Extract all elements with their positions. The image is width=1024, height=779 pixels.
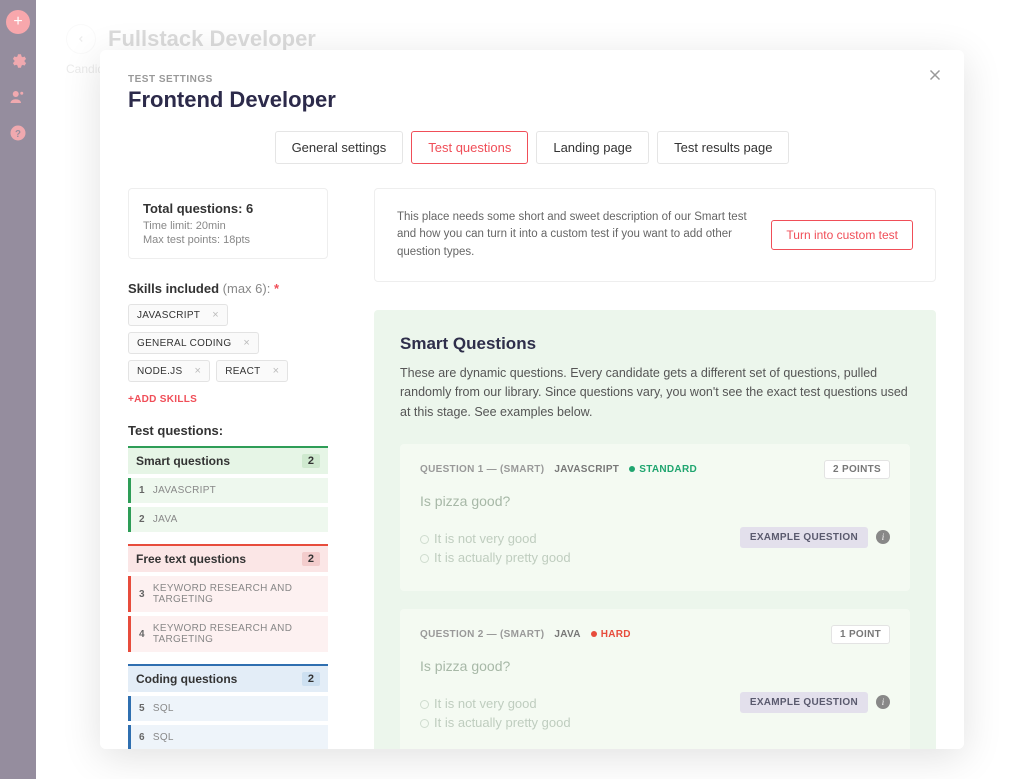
summary-points: Max test points: 18pts — [143, 234, 313, 246]
question-item[interactable]: 5SQL — [128, 696, 328, 721]
count-badge: 2 — [302, 454, 320, 468]
points-badge: 2 POINTS — [824, 460, 890, 479]
skills-heading: Skills included (max 6): * — [128, 281, 328, 296]
remove-icon[interactable]: × — [208, 309, 223, 321]
test-settings-modal: TEST SETTINGS Frontend Developer General… — [100, 50, 964, 749]
question-item[interactable]: 4KEYWORD RESEARCH AND TARGETING — [128, 616, 328, 652]
question-text: Is pizza good? — [420, 658, 890, 674]
left-column: Total questions: 6 Time limit: 20min Max… — [128, 188, 328, 749]
info-icon[interactable]: i — [876, 695, 890, 709]
tab-landing[interactable]: Landing page — [536, 131, 649, 164]
answer-option: It is actually pretty good — [420, 715, 700, 730]
smart-panel: Smart Questions These are dynamic questi… — [374, 310, 936, 749]
question-card-head: QUESTION 2 — (SMART) JAVA HARD 1 POINT — [420, 625, 890, 644]
remove-icon[interactable]: × — [239, 337, 254, 349]
example-tag: EXAMPLE QUESTION — [740, 692, 868, 713]
app-root: + ? Fullstack Developer Candidates TEST … — [0, 0, 1024, 779]
tab-questions[interactable]: Test questions — [411, 131, 528, 164]
answers: It is not very good It is actually prett… — [420, 527, 700, 569]
smart-desc: These are dynamic questions. Every candi… — [400, 364, 910, 422]
skills-chips: JAVASCRIPT× GENERAL CODING× NODE.JS× REA… — [128, 304, 328, 382]
answer-option: It is not very good — [420, 531, 700, 546]
skill-chip: REACT× — [216, 360, 288, 382]
question-item[interactable]: 3KEYWORD RESEARCH AND TARGETING — [128, 576, 328, 612]
question-item[interactable]: 1JAVASCRIPT — [128, 478, 328, 503]
tab-general[interactable]: General settings — [275, 131, 404, 164]
close-icon[interactable] — [926, 66, 944, 87]
answer-option: It is not very good — [420, 696, 700, 711]
group-coding[interactable]: Coding questions 2 — [128, 664, 328, 692]
skill-chip: JAVASCRIPT× — [128, 304, 228, 326]
questions-heading: Test questions: — [128, 423, 328, 438]
modal-eyebrow: TEST SETTINGS — [128, 74, 936, 85]
group-freetext[interactable]: Free text questions 2 — [128, 544, 328, 572]
summary-box: Total questions: 6 Time limit: 20min Max… — [128, 188, 328, 259]
remove-icon[interactable]: × — [269, 365, 284, 377]
question-card: QUESTION 1 — (SMART) JAVASCRIPT STANDARD… — [400, 444, 910, 591]
group-smart[interactable]: Smart questions 2 — [128, 446, 328, 474]
example-tag: EXAMPLE QUESTION — [740, 527, 868, 548]
question-item[interactable]: 2JAVA — [128, 507, 328, 532]
count-badge: 2 — [302, 552, 320, 566]
add-skills-button[interactable]: +ADD SKILLS — [128, 394, 197, 405]
info-box: This place needs some short and sweet de… — [374, 188, 936, 282]
answer-option: It is actually pretty good — [420, 550, 700, 565]
tabs: General settings Test questions Landing … — [128, 131, 936, 164]
difficulty-badge: HARD — [591, 629, 631, 640]
right-column: This place needs some short and sweet de… — [374, 188, 936, 749]
question-card-head: QUESTION 1 — (SMART) JAVASCRIPT STANDARD… — [420, 460, 890, 479]
count-badge: 2 — [302, 672, 320, 686]
example-block: EXAMPLE QUESTION i — [740, 527, 890, 548]
remove-icon[interactable]: × — [190, 365, 205, 377]
question-text: Is pizza good? — [420, 493, 890, 509]
difficulty-badge: STANDARD — [629, 464, 697, 475]
turn-custom-button[interactable]: Turn into custom test — [771, 220, 913, 250]
summary-time: Time limit: 20min — [143, 220, 313, 232]
answers: It is not very good It is actually prett… — [420, 692, 700, 734]
summary-total: Total questions: 6 — [143, 201, 313, 216]
smart-title: Smart Questions — [400, 334, 910, 354]
skill-chip: NODE.JS× — [128, 360, 210, 382]
skill-chip: GENERAL CODING× — [128, 332, 259, 354]
modal-title: Frontend Developer — [128, 87, 936, 113]
question-card: QUESTION 2 — (SMART) JAVA HARD 1 POINT I… — [400, 609, 910, 749]
info-icon[interactable]: i — [876, 530, 890, 544]
modal-content: Total questions: 6 Time limit: 20min Max… — [128, 188, 936, 749]
tab-results[interactable]: Test results page — [657, 131, 789, 164]
points-badge: 1 POINT — [831, 625, 890, 644]
question-item[interactable]: 6SQL — [128, 725, 328, 749]
example-block: EXAMPLE QUESTION i — [740, 692, 890, 713]
info-text: This place needs some short and sweet de… — [397, 209, 751, 261]
